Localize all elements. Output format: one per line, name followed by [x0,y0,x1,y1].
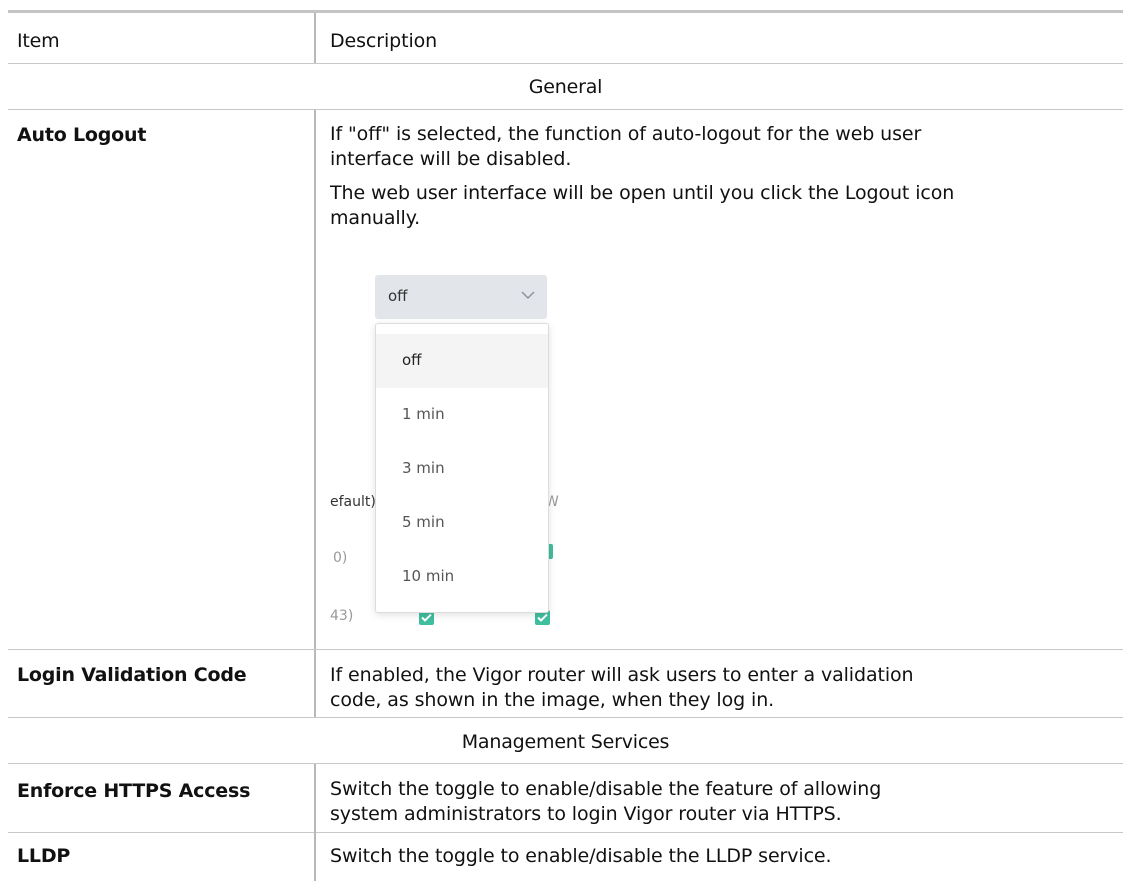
auto-logout-screenshot: efault) W 0) 43) off off 1 min 3 min 5 m… [315,258,565,632]
desc-line: Switch the toggle to enable/disable the … [330,845,832,867]
desc-line: interface will be disabled. [330,148,572,170]
row-desc-lldp: Switch the toggle to enable/disable the … [330,844,1090,869]
table-top-border [8,10,1123,13]
divider [8,649,1123,650]
header-item: Item [17,30,60,52]
option-label: 1 min [402,405,445,423]
desc-line: The web user interface will be open unti… [330,182,955,204]
desc-line: If enabled, the Vigor router will ask us… [330,664,914,686]
auto-logout-dropdown-menu: off 1 min 3 min 5 min 10 min [375,323,549,613]
option-1-min[interactable]: 1 min [376,388,548,442]
desc-line: code, as shown in the image, when they l… [330,689,775,711]
desc-line: Switch the toggle to enable/disable the … [330,778,882,800]
divider [8,763,1123,764]
column-divider [314,650,316,717]
bg-fragment: efault) [330,494,376,510]
option-5-min[interactable]: 5 min [376,496,548,550]
desc-line: manually. [330,207,421,229]
row-desc-auto-logout: If "off" is selected, the function of au… [330,122,1090,231]
option-label: 5 min [402,513,445,531]
option-10-min[interactable]: 10 min [376,550,548,604]
desc-line: system administrators to login Vigor rou… [330,803,842,825]
option-label: off [402,351,422,369]
bg-fragment: 43) [330,608,354,624]
option-off[interactable]: off [376,334,548,388]
header-description: Description [330,30,438,52]
row-item-login-validation-code: Login Validation Code [17,664,247,686]
divider [8,63,1123,64]
bg-fragment: 0) [333,550,348,566]
row-desc-enforce-https-access: Switch the toggle to enable/disable the … [330,777,1090,827]
section-title-general: General [528,76,603,98]
chevron-down-icon [521,291,535,299]
desc-line: If "off" is selected, the function of au… [330,123,922,145]
row-item-lldp: LLDP [17,845,71,867]
row-item-auto-logout: Auto Logout [17,124,147,146]
column-divider [314,110,316,649]
option-3-min[interactable]: 3 min [376,442,548,496]
divider [8,717,1123,718]
option-label: 10 min [402,567,455,585]
select-value: off [388,287,408,305]
divider [8,109,1123,110]
section-title-management-services: Management Services [461,731,670,753]
divider [8,832,1123,833]
option-label: 3 min [402,459,445,477]
column-divider [314,13,316,63]
description-table: Item Description General Auto Logout If … [0,0,1123,881]
auto-logout-select[interactable]: off [375,275,547,319]
row-desc-login-validation-code: If enabled, the Vigor router will ask us… [330,663,1090,713]
column-divider [314,764,316,881]
row-item-enforce-https-access: Enforce HTTPS Access [17,780,251,802]
